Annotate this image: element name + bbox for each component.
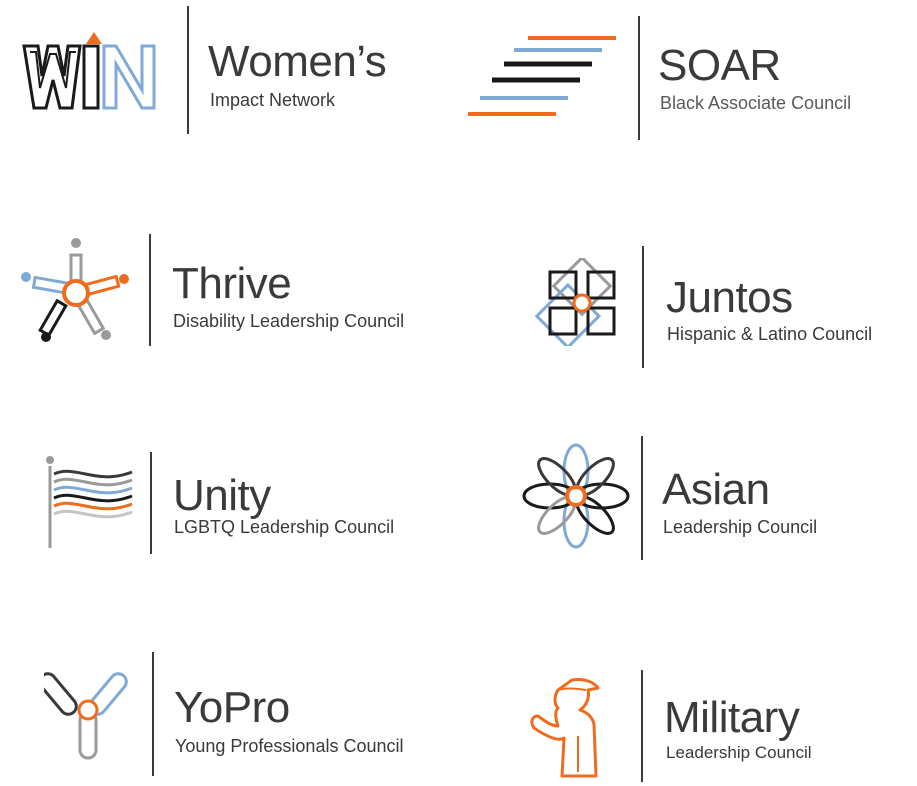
- military-salute-icon: [530, 678, 600, 778]
- juntos-squares-icon: [534, 258, 616, 346]
- divider: [187, 6, 189, 134]
- divider: [642, 246, 644, 368]
- logo-subtitle: Impact Network: [210, 90, 336, 110]
- thrive-figure-icon: [21, 238, 129, 342]
- logo-subtitle: Leadership Council: [666, 743, 812, 762]
- soar-stripes-icon: [468, 36, 616, 116]
- logo-title: Military: [664, 693, 800, 742]
- logo-subtitle: Black Associate Council: [660, 93, 852, 113]
- divider: [638, 16, 640, 140]
- logo-title: Women’s: [208, 37, 387, 86]
- logo-title: Thrive: [172, 259, 292, 308]
- unity-flag-icon: [46, 456, 133, 548]
- divider: [152, 652, 154, 776]
- logo-title: Unity: [173, 471, 271, 520]
- win-icon: [22, 32, 156, 110]
- asian-flower-icon: [522, 443, 630, 549]
- divider: [641, 670, 643, 782]
- logo-subtitle: LGBTQ Leadership Council: [174, 517, 395, 537]
- logo-subtitle: Young Professionals Council: [175, 736, 404, 756]
- logo-title: Asian: [662, 465, 770, 514]
- divider: [149, 234, 151, 346]
- logo-title: Juntos: [666, 273, 793, 322]
- logo-subtitle: Disability Leadership Council: [173, 311, 405, 331]
- logo-title: SOAR: [658, 41, 781, 90]
- logo-title: YoPro: [174, 683, 290, 732]
- logo-subtitle: Leadership Council: [663, 517, 818, 537]
- divider: [150, 452, 152, 554]
- divider: [641, 436, 643, 560]
- logo-subtitle: Hispanic & Latino Council: [667, 324, 873, 344]
- yopro-y-icon: [44, 672, 128, 760]
